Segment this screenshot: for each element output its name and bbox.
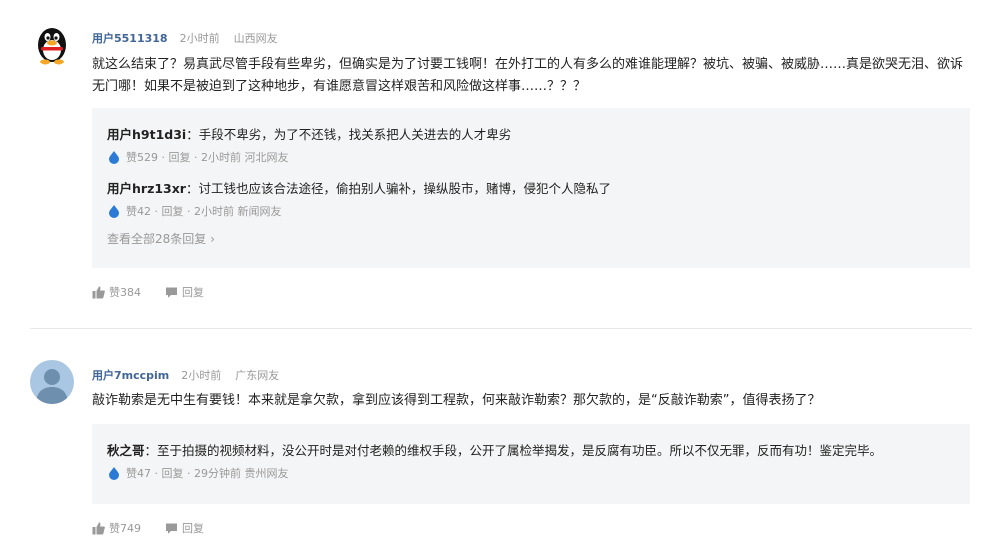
reply-time: 2小时前	[201, 151, 241, 164]
comment-time: 2小时前	[179, 32, 220, 45]
comment-divider	[30, 328, 972, 329]
default-user-avatar-icon	[30, 360, 74, 404]
reply-meta: 赞529 · 回复 · 2小时前 河北网友	[107, 149, 955, 165]
reply-username[interactable]: 用户h9t1d3i	[107, 127, 186, 142]
reply-label: 回复	[182, 286, 204, 299]
username-link[interactable]: 用户7mccpim	[92, 369, 169, 382]
dot-separator: ·	[194, 150, 198, 164]
reply-username[interactable]: 秋之哥	[107, 443, 145, 458]
comment-location: 山西网友	[233, 32, 278, 45]
reply-item: 用户h9t1d3i：手段不卑劣，为了不还钱，找关系把人关进去的人才卑劣 赞529…	[107, 124, 955, 165]
view-all-label: 查看全部28条回复	[107, 232, 207, 246]
chevron-right-icon: ›	[210, 232, 215, 246]
reply-line: 用户h9t1d3i：手段不卑劣，为了不还钱，找关系把人关进去的人才卑劣	[107, 124, 955, 143]
thumbs-up-icon	[92, 522, 105, 534]
like-count: 赞749	[109, 522, 141, 535]
reply-meta: 赞47 · 回复 · 29分钟前 贵州网友	[107, 465, 955, 481]
reply-time: 2小时前	[194, 205, 234, 218]
reply-label: 回复	[182, 522, 204, 535]
reply-like-count[interactable]: 赞529	[126, 149, 158, 165]
like-drop-icon[interactable]	[107, 204, 121, 218]
comment-bubble-icon	[166, 287, 177, 298]
reply-button[interactable]: 回复	[169, 149, 191, 165]
dot-separator: ·	[187, 466, 191, 480]
dot-separator: ·	[154, 466, 159, 480]
like-count: 赞384	[109, 286, 141, 299]
reply-separator: ：	[144, 443, 158, 458]
reply-button[interactable]: 回复	[162, 203, 184, 219]
reply-line: 用户hrz13xr：讨工钱也应该合法途径，偷拍别人骗补，操纵股市，赌博，侵犯个人…	[107, 178, 955, 197]
like-button[interactable]: 赞384	[92, 284, 141, 300]
like-drop-icon[interactable]	[107, 466, 121, 480]
like-drop-icon[interactable]	[107, 150, 121, 164]
reply-comment-button[interactable]: 回复	[165, 520, 204, 536]
reply-text: 至于拍摄的视频材料，没公开时是对付老赖的维权手段，公开了属检举揭发，是反腐有功臣…	[157, 443, 883, 458]
reply-location: 新闻网友	[237, 205, 282, 218]
dot-separator: ·	[187, 204, 191, 218]
reply-like-count[interactable]: 赞42	[126, 203, 151, 219]
reply-text: 讨工钱也应该合法途径，偷拍别人骗补，操纵股市，赌博，侵犯个人隐私了	[198, 181, 611, 196]
penguin-avatar-icon	[30, 22, 74, 66]
reply-separator: ：	[186, 127, 199, 142]
reply-location: 河北网友	[244, 151, 289, 164]
comment-text: 就这么结束了？易真武尽管手段有些卑劣，但确实是为了讨要工钱啊！在外打工的人有多么…	[92, 57, 964, 94]
comment-location: 广东网友	[235, 369, 280, 382]
comment-bubble-icon	[166, 523, 177, 534]
reply-line: 秋之哥：至于拍摄的视频材料，没公开时是对付老赖的维权手段，公开了属检举揭发，是反…	[107, 440, 955, 459]
reply-text: 手段不卑劣，为了不还钱，找关系把人关进去的人才卑劣	[198, 127, 512, 142]
reply-meta: 赞42 · 回复 · 2小时前 新闻网友	[107, 203, 955, 219]
thumbs-up-icon	[92, 286, 105, 298]
comment-time: 2小时前	[181, 369, 222, 382]
dot-separator: ·	[161, 150, 166, 164]
comment-text: 敲诈勒索是无中生有要钱！本来就是拿欠款，拿到应该得到工程款，何来敲诈勒索？那欠款…	[92, 393, 821, 408]
reply-item: 秋之哥：至于拍摄的视频材料，没公开时是对付老赖的维权手段，公开了属检举揭发，是反…	[107, 440, 955, 481]
reply-item: 用户hrz13xr：讨工钱也应该合法途径，偷拍别人骗补，操纵股市，赌博，侵犯个人…	[107, 178, 955, 219]
avatar[interactable]	[30, 22, 74, 66]
view-all-replies-link[interactable]: 查看全部28条回复 ›	[107, 230, 215, 247]
reply-box: 秋之哥：至于拍摄的视频材料，没公开时是对付老赖的维权手段，公开了属检举揭发，是反…	[92, 424, 970, 504]
reply-like-count[interactable]: 赞47	[126, 465, 151, 481]
reply-comment-button[interactable]: 回复	[165, 284, 204, 300]
reply-location: 贵州网友	[244, 467, 289, 480]
reply-box: 用户h9t1d3i：手段不卑劣，为了不还钱，找关系把人关进去的人才卑劣 赞529…	[92, 108, 970, 268]
like-button[interactable]: 赞749	[92, 520, 141, 536]
comment-actions: 赞384 回复	[92, 284, 228, 300]
dot-separator: ·	[154, 204, 159, 218]
reply-username[interactable]: 用户hrz13xr	[107, 181, 186, 196]
comment-meta: 用户5511318 2小时前 山西网友	[92, 30, 278, 46]
reply-separator: ：	[185, 181, 199, 196]
username-link[interactable]: 用户5511318	[92, 32, 168, 45]
reply-button[interactable]: 回复	[162, 465, 184, 481]
comment-meta: 用户7mccpim 2小时前 广东网友	[92, 367, 279, 383]
comment-actions: 赞749 回复	[92, 520, 228, 536]
avatar[interactable]	[30, 360, 74, 404]
reply-time: 29分钟前	[194, 467, 241, 480]
